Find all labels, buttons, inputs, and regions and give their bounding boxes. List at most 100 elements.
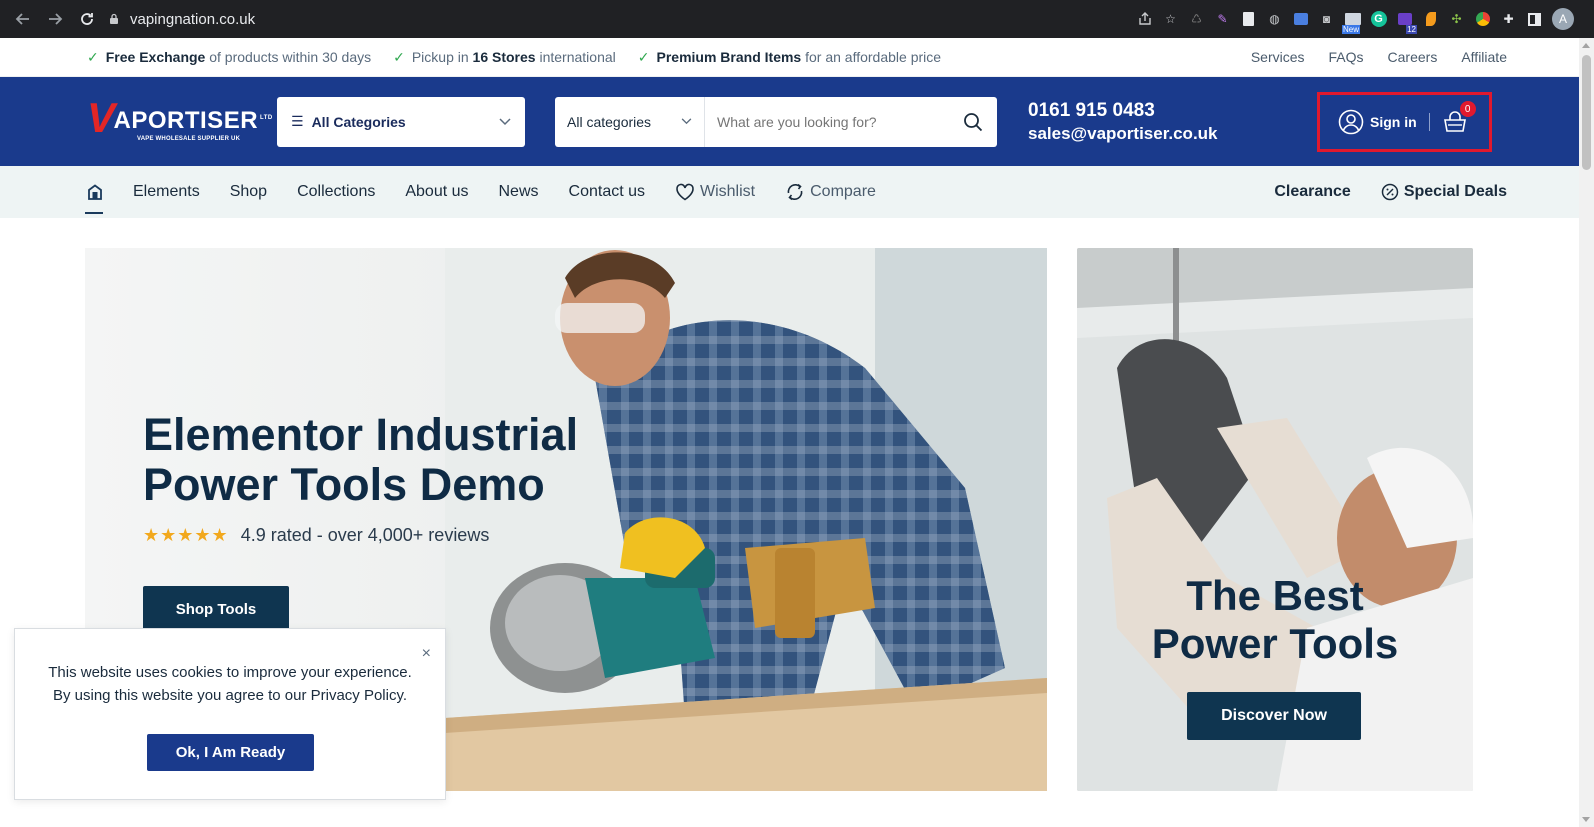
hero-title: Elementor Industrial Power Tools Demo: [143, 410, 578, 510]
recycle-extension-icon[interactable]: ♺: [1188, 11, 1205, 28]
scrollbar-thumb[interactable]: [1582, 55, 1591, 170]
nav-special-deals[interactable]: Special Deals: [1381, 183, 1507, 201]
divider: [1428, 113, 1430, 131]
all-categories-label: All Categories: [311, 113, 406, 130]
sign-in-label: Sign in: [1370, 114, 1417, 130]
search-icon[interactable]: [949, 112, 997, 132]
page-scrollbar[interactable]: [1579, 38, 1594, 827]
hero-rating: ★★★★★ 4.9 rated - over 4,000+ reviews: [143, 525, 489, 546]
side-banner: The Best Power Tools Discover Now: [1077, 248, 1473, 791]
docs-extension-icon[interactable]: [1240, 11, 1257, 28]
address-bar[interactable]: vapingnation.co.uk: [108, 4, 1074, 34]
worker-photo: [445, 248, 1047, 791]
contact-info: 0161 915 0483 sales@vaportiser.co.uk: [1028, 99, 1218, 145]
check-icon: ✓: [393, 48, 405, 65]
hero-title-line1: Elementor Industrial: [143, 409, 579, 460]
compare-label: Compare: [810, 183, 876, 200]
side-panel-icon[interactable]: [1526, 11, 1543, 28]
count-extension-icon[interactable]: 12: [1396, 11, 1417, 34]
user-icon: [1338, 109, 1364, 135]
home-icon[interactable]: [85, 184, 103, 214]
discover-now-button[interactable]: Discover Now: [1187, 692, 1361, 740]
profile-avatar[interactable]: A: [1552, 8, 1574, 30]
phone-number[interactable]: 0161 915 0483: [1028, 99, 1218, 123]
check-icon: ✓: [637, 48, 650, 65]
url-text: vapingnation.co.uk: [130, 10, 256, 28]
cart-count-badge: 0: [1459, 101, 1476, 117]
cookie-line2: By using this website you agree to our P…: [52, 687, 408, 704]
perk-bold: Free Exchange: [105, 49, 206, 65]
sign-in-button[interactable]: Sign in: [1338, 109, 1417, 135]
perk-free-exchange: ✓ Free Exchange of products within 30 da…: [87, 49, 371, 66]
extensions-puzzle-icon[interactable]: ✚: [1500, 11, 1517, 28]
nav-shop[interactable]: Shop: [230, 183, 267, 201]
shop-tools-button[interactable]: Shop Tools: [143, 586, 289, 632]
main-header: V APORTISER LTD VAPE WHOLESALE SUPPLIER …: [0, 77, 1594, 166]
nav-elements[interactable]: Elements: [133, 183, 200, 201]
side-title-line1: The Best: [1186, 572, 1364, 619]
reload-icon[interactable]: [74, 6, 100, 32]
cookie-message: This website uses cookies to improve you…: [15, 661, 445, 707]
perk-text: international: [535, 49, 616, 65]
translate-extension-icon[interactable]: [1292, 11, 1309, 28]
orange-extension-icon[interactable]: [1422, 11, 1439, 28]
email-address[interactable]: sales@vaportiser.co.uk: [1028, 123, 1218, 145]
account-cart-highlight: Sign in 0: [1317, 92, 1492, 152]
forward-icon[interactable]: [42, 6, 68, 32]
lock-icon: [110, 13, 118, 24]
bookmark-star-icon[interactable]: ☆: [1162, 11, 1179, 28]
globe-extension-icon[interactable]: ◍: [1266, 11, 1283, 28]
nav-contact-us[interactable]: Contact us: [569, 183, 645, 201]
nav-news[interactable]: News: [499, 183, 539, 201]
share-icon[interactable]: [1136, 11, 1153, 28]
logo-tagline: VAPE WHOLESALE SUPPLIER UK: [137, 136, 241, 142]
back-icon[interactable]: [10, 6, 36, 32]
link-faqs[interactable]: FAQs: [1329, 49, 1364, 65]
rating-text: 4.9 rated - over 4,000+ reviews: [240, 525, 490, 545]
wishlist-label: Wishlist: [700, 183, 756, 200]
grammarly-icon[interactable]: G: [1370, 11, 1387, 28]
new-extension-icon[interactable]: New: [1342, 11, 1361, 34]
top-info-bar: ✓ Free Exchange of products within 30 da…: [0, 38, 1594, 77]
nav-wishlist[interactable]: Wishlist: [675, 183, 755, 201]
cookie-consent-popup: × This website uses cookies to improve y…: [14, 628, 446, 800]
main-nav: Elements Shop Collections About us News …: [0, 166, 1594, 218]
search-input[interactable]: [705, 96, 949, 147]
nav-collections[interactable]: Collections: [297, 183, 375, 201]
scroll-up-icon[interactable]: [1582, 43, 1590, 48]
search-category-select[interactable]: All categories: [555, 96, 705, 147]
nav-about-us[interactable]: About us: [405, 183, 468, 201]
puzzle-x-extension-icon[interactable]: ✣: [1448, 11, 1465, 28]
cart-button[interactable]: 0: [1442, 101, 1476, 135]
cookie-accept-button[interactable]: Ok, I Am Ready: [147, 734, 314, 771]
pen-extension-icon[interactable]: ✎: [1214, 11, 1231, 28]
site-logo[interactable]: V APORTISER LTD VAPE WHOLESALE SUPPLIER …: [87, 92, 272, 152]
check-icon: ✓: [87, 48, 99, 65]
search-form: All categories: [555, 96, 997, 147]
search-category-value: All categories: [567, 113, 652, 130]
nav-clearance[interactable]: Clearance: [1274, 183, 1351, 201]
badge-percent-icon: [1381, 183, 1399, 201]
perk-text: of products within 30 days: [205, 49, 372, 65]
chrome-color-extension-icon[interactable]: [1474, 11, 1491, 28]
logo-letter: V: [87, 94, 116, 141]
browser-toolbar: vapingnation.co.uk ☆ ♺ ✎ ◍ ◙ New G 12 ✣ …: [0, 0, 1594, 38]
perk-bold: Premium Brand Items: [656, 49, 802, 65]
logo-ltd: LTD: [260, 115, 273, 121]
link-services[interactable]: Services: [1251, 49, 1305, 65]
link-careers[interactable]: Careers: [1388, 49, 1438, 65]
new-badge: New: [1342, 24, 1361, 34]
perk-pre: Pickup in: [411, 49, 473, 65]
logo-word: APORTISER: [113, 107, 259, 134]
special-deals-label: Special Deals: [1403, 183, 1507, 200]
heart-icon: [676, 183, 694, 201]
nav-compare[interactable]: Compare: [785, 182, 876, 202]
hero-section: Elementor Industrial Power Tools Demo ★★…: [0, 218, 1594, 791]
all-categories-button[interactable]: ☰ All Categories: [277, 96, 525, 147]
count-badge: 12: [1406, 24, 1417, 34]
star-rating-icon: ★★★★★: [143, 525, 229, 545]
camera-extension-icon[interactable]: ◙: [1318, 11, 1335, 28]
link-affiliate[interactable]: Affiliate: [1461, 49, 1507, 65]
scroll-down-icon[interactable]: [1582, 817, 1590, 822]
side-banner-title: The Best Power Tools: [1077, 572, 1473, 668]
